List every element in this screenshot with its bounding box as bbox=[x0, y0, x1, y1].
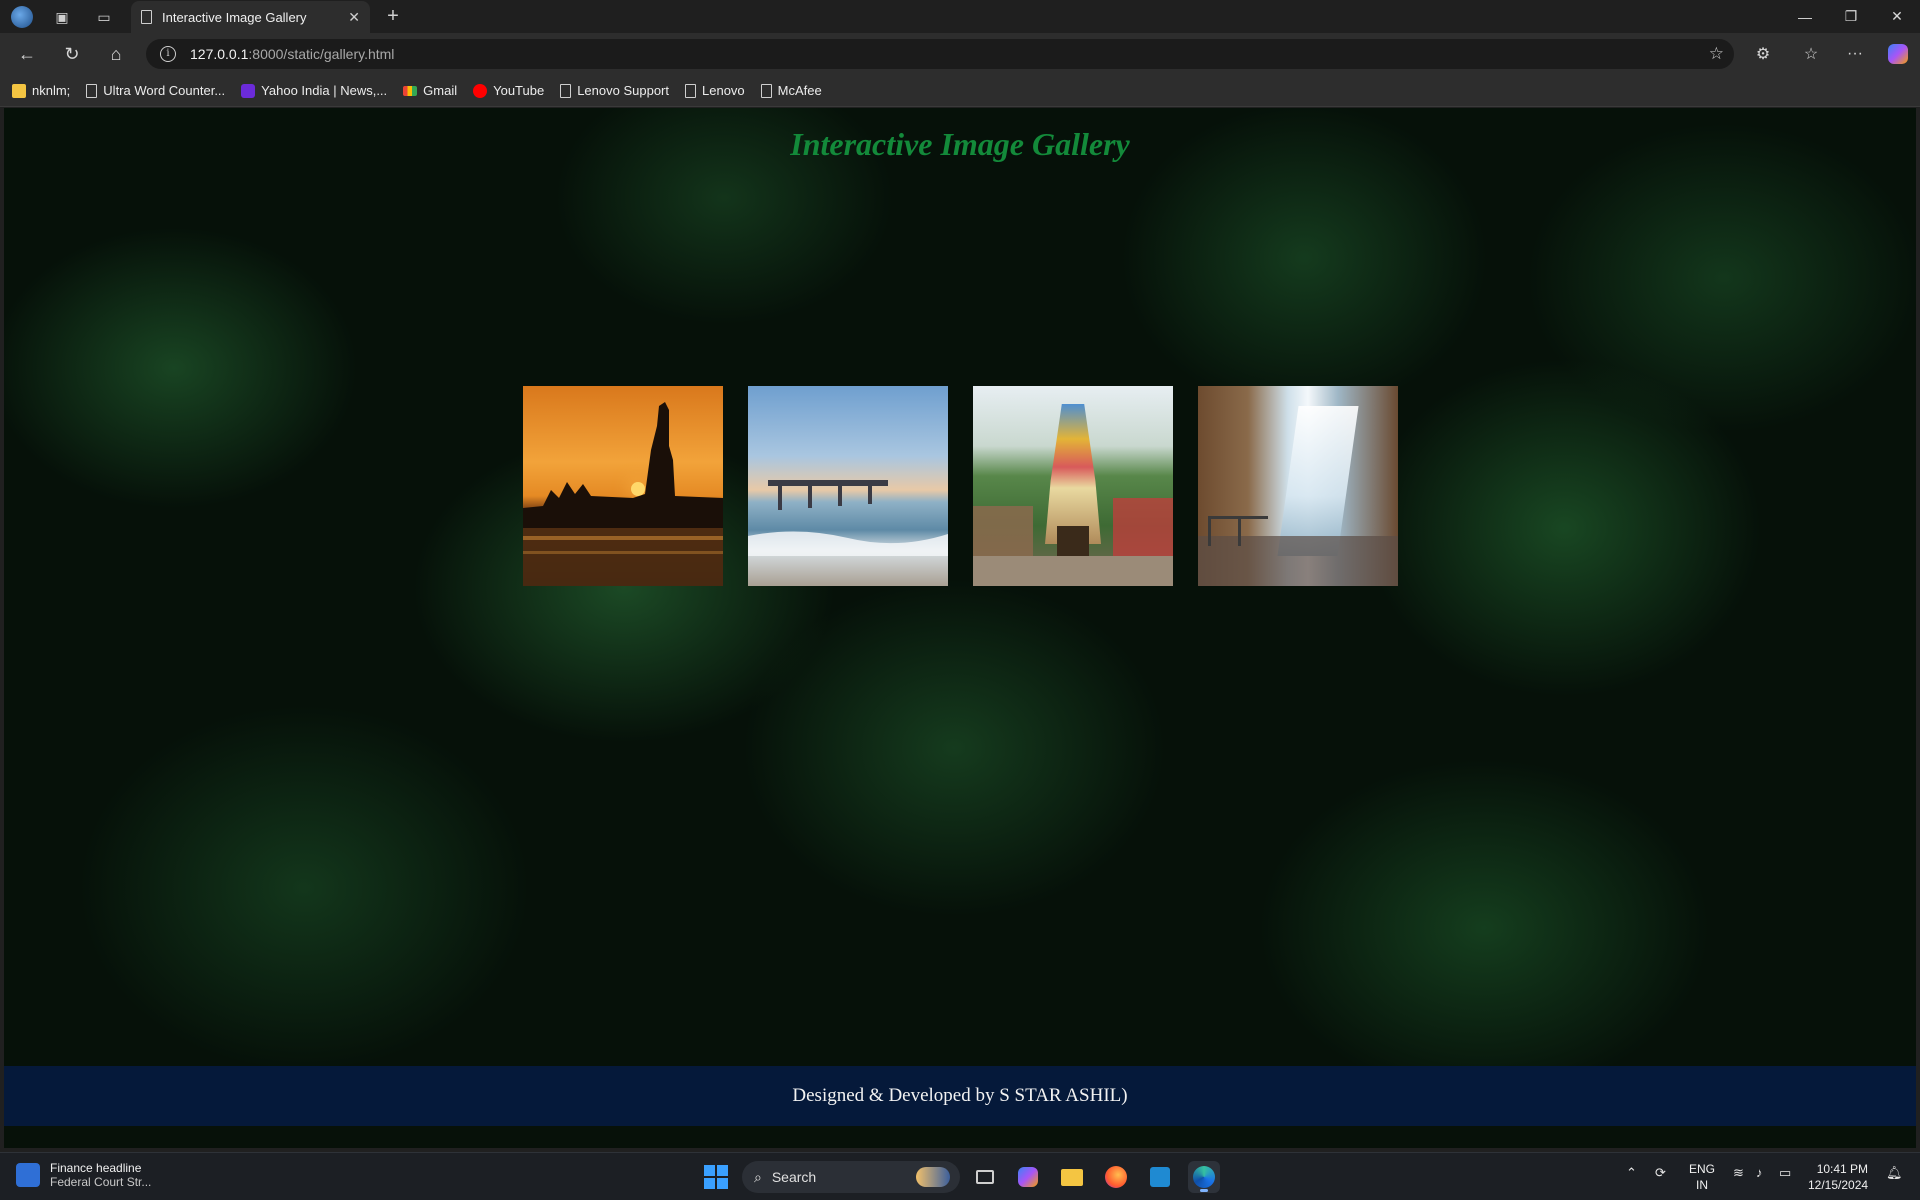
show-hidden-icons-icon[interactable]: ⌃ bbox=[1626, 1165, 1637, 1181]
lang-region: IN bbox=[1696, 1178, 1708, 1192]
statue-silhouette bbox=[523, 402, 723, 586]
bookmark-item[interactable]: nknlm; bbox=[12, 83, 70, 98]
gmail-icon bbox=[403, 85, 418, 96]
volume-icon[interactable]: ♪ bbox=[1756, 1165, 1763, 1180]
beach-pier-photo[interactable] bbox=[748, 386, 948, 586]
bookmark-item[interactable]: Lenovo bbox=[685, 83, 745, 98]
browser-toolbar: ← ↻ ⌂ i 127.0.0.1:8000/static/gallery.ht… bbox=[0, 33, 1920, 75]
back-icon[interactable]: ← bbox=[13, 41, 41, 67]
bookmark-item[interactable]: Gmail bbox=[403, 83, 457, 98]
page-icon bbox=[86, 83, 98, 98]
start-windows-icon[interactable] bbox=[704, 1165, 728, 1189]
bookmark-item[interactable]: McAfee bbox=[760, 83, 822, 98]
minimize-icon[interactable]: — bbox=[1782, 0, 1828, 33]
taskbar-search[interactable]: ⌕ Search bbox=[742, 1161, 960, 1193]
more-menu-icon[interactable]: ··· bbox=[1841, 41, 1869, 67]
windows-taskbar: Finance headline Federal Court Str... ⌕ … bbox=[0, 1152, 1920, 1200]
clock-date: 12/15/2024 bbox=[1808, 1178, 1869, 1192]
favorite-star-icon[interactable]: ☆ bbox=[1709, 44, 1724, 64]
folder-icon bbox=[12, 83, 26, 98]
copilot-app-icon[interactable] bbox=[1012, 1161, 1044, 1193]
profile-avatar-icon[interactable] bbox=[8, 4, 36, 30]
file-explorer-icon[interactable] bbox=[1056, 1161, 1088, 1193]
search-label: Search bbox=[771, 1169, 817, 1185]
site-info-icon[interactable]: i bbox=[160, 46, 176, 62]
bookmark-label: Lenovo Support bbox=[577, 83, 669, 98]
tab-gallery[interactable]: Interactive Image Gallery ✕ bbox=[131, 1, 370, 33]
bookmark-label: McAfee bbox=[777, 83, 822, 98]
search-icon: ⌕ bbox=[754, 1168, 762, 1185]
page-icon bbox=[560, 83, 572, 98]
bookmark-label: nknlm; bbox=[32, 83, 71, 98]
page-icon bbox=[685, 83, 696, 98]
vscode-icon[interactable] bbox=[1144, 1161, 1176, 1193]
home-icon[interactable]: ⌂ bbox=[102, 41, 130, 67]
wifi-icon[interactable]: ≋ bbox=[1733, 1165, 1744, 1181]
news-widget[interactable]: Finance headline Federal Court Str... bbox=[16, 1161, 151, 1189]
bookmark-label: Ultra Word Counter... bbox=[103, 83, 226, 98]
clock-time: 10:41 PM bbox=[1816, 1162, 1869, 1176]
address-host: 127.0.0.1 bbox=[190, 46, 249, 62]
bookmark-label: Lenovo bbox=[702, 83, 745, 98]
language-indicator[interactable]: ENG IN bbox=[1689, 1161, 1715, 1193]
sync-icon[interactable]: ⟳ bbox=[1655, 1165, 1666, 1181]
street-shapes bbox=[973, 498, 1173, 586]
bookmark-item[interactable]: Lenovo Support bbox=[560, 83, 669, 98]
firefox-icon[interactable] bbox=[1100, 1161, 1132, 1193]
bookmark-label: Gmail bbox=[423, 83, 458, 98]
bookmarks-bar: nknlm; Ultra Word Counter... Yahoo India… bbox=[0, 75, 1920, 107]
pier-shape bbox=[748, 480, 948, 556]
waterfall-photo[interactable] bbox=[1198, 386, 1398, 586]
page-icon bbox=[141, 10, 152, 24]
search-highlight-art bbox=[916, 1167, 950, 1187]
lang-code: ENG bbox=[1689, 1162, 1716, 1176]
page-title: Interactive Image Gallery bbox=[790, 126, 1130, 162]
close-window-icon[interactable]: ✕ bbox=[1874, 0, 1920, 33]
favorites-icon[interactable]: ☆ bbox=[1797, 41, 1825, 67]
temple-photo[interactable] bbox=[973, 386, 1173, 586]
task-view-icon[interactable] bbox=[969, 1161, 1001, 1193]
battery-icon[interactable]: ▭ bbox=[1779, 1165, 1791, 1181]
page-footer: Designed & Developed by S STAR ASHIL) bbox=[4, 1066, 1916, 1126]
new-tab-icon[interactable]: + bbox=[380, 4, 406, 30]
restore-icon[interactable]: ❐ bbox=[1828, 0, 1874, 33]
bookmark-item[interactable]: YouTube bbox=[473, 83, 544, 98]
address-path: :8000/static/gallery.html bbox=[248, 46, 395, 62]
news-title: Finance headline bbox=[50, 1161, 142, 1175]
page-icon bbox=[760, 83, 772, 98]
tab-actions-icon[interactable]: ▭ bbox=[90, 4, 118, 30]
railing-shapes bbox=[1198, 516, 1398, 586]
page-viewport: Interactive Image Gallery Designed & Dev… bbox=[4, 108, 1916, 1148]
youtube-icon bbox=[473, 83, 488, 98]
close-tab-icon[interactable]: ✕ bbox=[348, 9, 360, 26]
refresh-icon[interactable]: ↻ bbox=[58, 41, 86, 67]
footer-credit: Designed & Developed by S STAR ASHIL) bbox=[792, 1085, 1128, 1106]
browser-titlebar: ▣ ▭ Interactive Image Gallery ✕ + — ❐ ✕ bbox=[0, 0, 1920, 33]
sunset-statue-photo[interactable] bbox=[523, 386, 723, 586]
bookmark-label: YouTube bbox=[493, 83, 545, 98]
widgets-icon bbox=[16, 1163, 40, 1187]
edge-icon[interactable] bbox=[1188, 1161, 1220, 1193]
copilot-icon[interactable] bbox=[1884, 41, 1912, 67]
bookmark-item[interactable]: Yahoo India | News,... bbox=[241, 83, 387, 98]
yahoo-icon bbox=[241, 83, 256, 98]
page-bottom-strip bbox=[4, 1126, 1916, 1148]
bookmark-item[interactable]: Ultra Word Counter... bbox=[86, 83, 225, 98]
notification-bell-icon[interactable]: 🔔︎ bbox=[1886, 1165, 1903, 1181]
extensions-icon[interactable]: ⚙ bbox=[1749, 41, 1777, 67]
workspaces-icon[interactable]: ▣ bbox=[48, 4, 76, 30]
image-gallery bbox=[523, 386, 1398, 586]
address-bar[interactable]: i 127.0.0.1:8000/static/gallery.html ☆ bbox=[146, 39, 1734, 69]
tab-title: Interactive Image Gallery bbox=[162, 9, 307, 25]
news-subtitle: Federal Court Str... bbox=[50, 1175, 152, 1189]
system-clock[interactable]: 10:41 PM 12/15/2024 bbox=[1808, 1161, 1868, 1193]
bookmark-label: Yahoo India | News,... bbox=[261, 83, 388, 98]
